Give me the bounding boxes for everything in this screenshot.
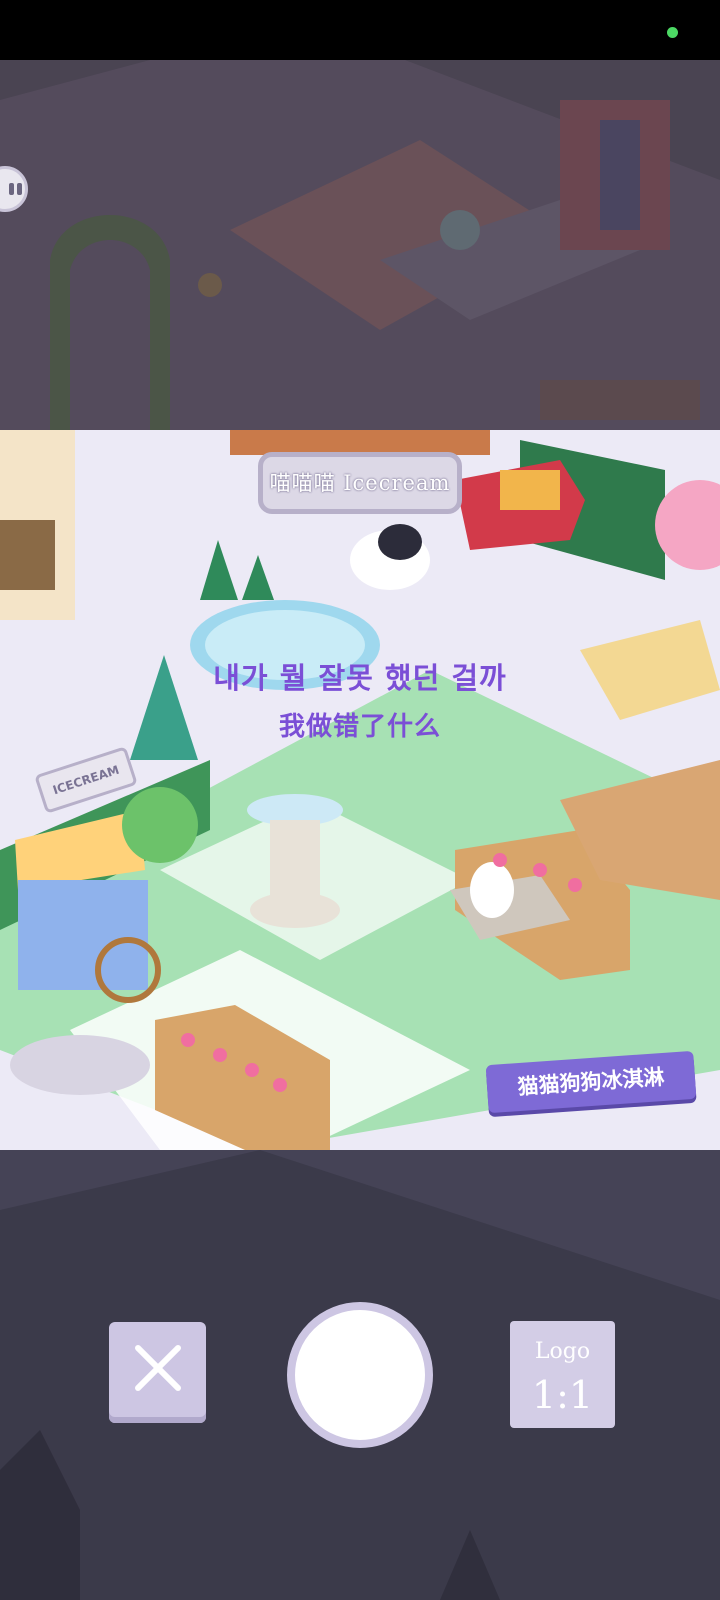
shop-sign-label: 喵喵喵 Icecream <box>269 471 451 495</box>
subtitle-chinese: 我做错了什么 <box>278 712 441 742</box>
cart-sign-label: ICECREAM <box>51 762 121 798</box>
close-button[interactable] <box>109 1322 206 1423</box>
shop-sign: 喵喵喵 Icecream <box>258 452 462 514</box>
subtitle-korean: 내가 뭘 잘못 했던 걸까 <box>213 661 507 695</box>
shutter-button[interactable] <box>287 1302 433 1448</box>
aspect-ratio-button[interactable]: Logo 1:1 <box>510 1321 615 1428</box>
background-scene-top <box>0 60 720 430</box>
photo-preview: ICECREAM <box>0 430 720 1150</box>
ratio-value-label: 1:1 <box>531 1373 594 1417</box>
brand-logo-label: 猫猫狗狗冰淇淋 <box>516 1064 666 1100</box>
status-bar <box>0 0 720 60</box>
status-indicator-dot <box>667 27 678 38</box>
close-icon <box>135 1345 181 1391</box>
ratio-logo-label: Logo <box>534 1339 591 1364</box>
